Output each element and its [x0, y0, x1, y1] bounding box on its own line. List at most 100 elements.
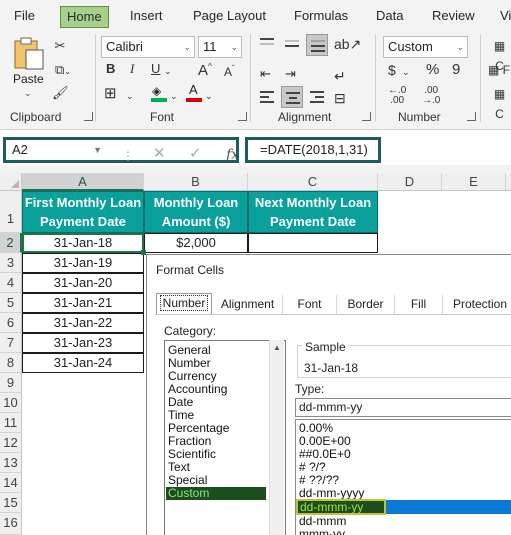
increase-indent-icon[interactable]: ⇥	[285, 64, 296, 84]
tab-page-layout[interactable]: Page Layout	[187, 6, 272, 28]
align-middle-icon[interactable]	[285, 40, 299, 52]
row-header[interactable]: 3	[0, 253, 22, 273]
row-header[interactable]: 5	[0, 293, 22, 313]
wrap-text-icon[interactable]: ↵	[334, 66, 346, 86]
clipboard-launcher-icon[interactable]	[84, 112, 93, 121]
row-header[interactable]: 7	[0, 333, 22, 353]
copy-icon[interactable]: ⧉⌄	[52, 60, 74, 82]
tab-view[interactable]: Vi	[494, 6, 511, 28]
name-box[interactable]: A2 ▼ ⋮ ✕ ✓ fx	[3, 137, 239, 163]
tab-file[interactable]: File	[8, 6, 41, 28]
row-header[interactable]: 8	[0, 353, 22, 373]
align-center-button[interactable]	[281, 86, 303, 108]
align-left-icon[interactable]	[260, 91, 274, 103]
column-header-c[interactable]: C	[248, 173, 378, 191]
currency-dropdown-icon[interactable]: ⌄	[402, 62, 410, 82]
alignment-launcher-icon[interactable]	[362, 112, 371, 121]
category-item-selected[interactable]: Custom	[166, 487, 266, 500]
type-item-selected[interactable]: dd-mmm-yy	[296, 499, 386, 515]
tab-protection[interactable]: Protection	[443, 295, 511, 315]
category-scrollbar[interactable]: ▲	[269, 340, 284, 535]
tab-fill[interactable]: Fill	[395, 295, 443, 315]
number-format-combo[interactable]: Custom ⌄	[383, 36, 468, 58]
column-header-d[interactable]: D	[378, 173, 442, 191]
type-input[interactable]: dd-mmm-yy	[295, 398, 511, 417]
font-shrink-icon[interactable]: Aˇ	[224, 59, 235, 82]
cell-b1[interactable]: Monthly Loan Amount ($)	[144, 191, 248, 233]
row-header[interactable]: 10	[0, 393, 22, 413]
format-as-table-icon[interactable]: ▦ F	[488, 60, 510, 80]
column-header-f[interactable]	[506, 173, 511, 191]
cell-c1[interactable]: Next Monthly Loan Payment Date	[248, 191, 378, 233]
cell-b2[interactable]: $2,000	[144, 233, 248, 253]
borders-icon[interactable]: ⊞	[104, 84, 117, 104]
column-header-e[interactable]: E	[442, 173, 506, 191]
row-header[interactable]: 15	[0, 493, 22, 513]
font-name-combo[interactable]: Calibri ⌄	[101, 36, 195, 58]
column-header-a[interactable]: A	[22, 173, 144, 191]
underline-dropdown-icon[interactable]: ⌄	[164, 61, 172, 81]
format-painter-icon[interactable]: 🖌	[52, 83, 69, 103]
cell-a1[interactable]: First Monthly Loan Payment Date	[22, 191, 144, 233]
tab-number[interactable]: Number	[156, 293, 212, 315]
currency-button[interactable]: $	[388, 60, 396, 80]
tab-review[interactable]: Review	[426, 6, 481, 28]
align-right-icon[interactable]	[310, 91, 324, 103]
cell-a2[interactable]: 31-Jan-18	[22, 233, 144, 253]
bold-button[interactable]: B	[106, 59, 115, 79]
type-list[interactable]: 0.00% 0.00E+00 ##0.0E+0 # ?/? # ??/?? dd…	[295, 419, 511, 535]
font-color-icon[interactable]: A	[186, 82, 202, 102]
column-header-b[interactable]: B	[144, 173, 248, 191]
merge-center-icon[interactable]: ⊟	[334, 88, 346, 108]
comma-button[interactable]: 9	[452, 60, 460, 80]
cell-a8[interactable]: 31-Jan-24	[22, 353, 144, 373]
insert-function-icon[interactable]: fx	[226, 145, 239, 165]
row-header[interactable]: 11	[0, 413, 22, 433]
category-list[interactable]: General Number Currency Accounting Date …	[164, 340, 286, 535]
tab-insert[interactable]: Insert	[124, 6, 169, 28]
row-header[interactable]: 6	[0, 313, 22, 333]
cell-c2[interactable]	[248, 233, 378, 253]
row-header[interactable]: 4	[0, 273, 22, 293]
decrease-indent-icon[interactable]: ⇤	[260, 64, 271, 84]
select-all-corner[interactable]	[0, 173, 22, 191]
tab-data[interactable]: Data	[370, 6, 409, 28]
align-top-icon[interactable]	[260, 38, 274, 50]
borders-dropdown-icon[interactable]: ⌄	[126, 86, 134, 106]
cell-styles-icon[interactable]: ▦ C	[488, 84, 511, 124]
row-header[interactable]: 13	[0, 453, 22, 473]
tab-home[interactable]: Home	[60, 6, 109, 28]
italic-button[interactable]: I	[130, 59, 134, 79]
fill-color-icon[interactable]: ◈	[151, 84, 167, 102]
scroll-up-icon[interactable]: ▲	[273, 343, 281, 352]
row-header[interactable]: 16	[0, 513, 22, 535]
formula-input[interactable]: =DATE(2018,1,31)	[245, 137, 381, 163]
decrease-decimal-icon[interactable]: .00 →.0	[422, 86, 440, 106]
font-size-combo[interactable]: 11 ⌄	[198, 36, 242, 58]
cell-a3[interactable]: 31-Jan-19	[22, 253, 144, 273]
row-header[interactable]: 12	[0, 433, 22, 453]
orientation-icon[interactable]: ab↗	[334, 34, 361, 54]
type-item[interactable]: mmm-yy	[299, 528, 345, 535]
font-launcher-icon[interactable]	[238, 112, 247, 121]
row-header[interactable]: 9	[0, 373, 22, 393]
enter-check-icon[interactable]: ✓	[189, 144, 202, 164]
row-header[interactable]: 1	[0, 191, 22, 233]
tab-border[interactable]: Border	[337, 295, 395, 315]
cell-a6[interactable]: 31-Jan-22	[22, 313, 144, 333]
align-bottom-button[interactable]	[306, 34, 328, 56]
cell-a5[interactable]: 31-Jan-21	[22, 293, 144, 313]
number-launcher-icon[interactable]	[467, 112, 476, 121]
cancel-icon[interactable]: ✕	[153, 144, 166, 164]
font-color-dropdown-icon[interactable]: ⌄	[205, 86, 213, 106]
cut-icon[interactable]: ✂	[52, 36, 68, 56]
tab-alignment[interactable]: Alignment	[213, 295, 283, 315]
row-header[interactable]: 14	[0, 473, 22, 493]
increase-decimal-icon[interactable]: ←.0.00	[388, 86, 406, 106]
underline-button[interactable]: U	[151, 59, 160, 79]
fill-color-dropdown-icon[interactable]: ⌄	[170, 86, 178, 106]
font-grow-icon[interactable]: A^	[198, 57, 212, 81]
cell-a4[interactable]: 31-Jan-20	[22, 273, 144, 293]
row-header[interactable]: 2	[0, 233, 22, 253]
paste-button[interactable]: Paste ⌄	[6, 34, 50, 104]
